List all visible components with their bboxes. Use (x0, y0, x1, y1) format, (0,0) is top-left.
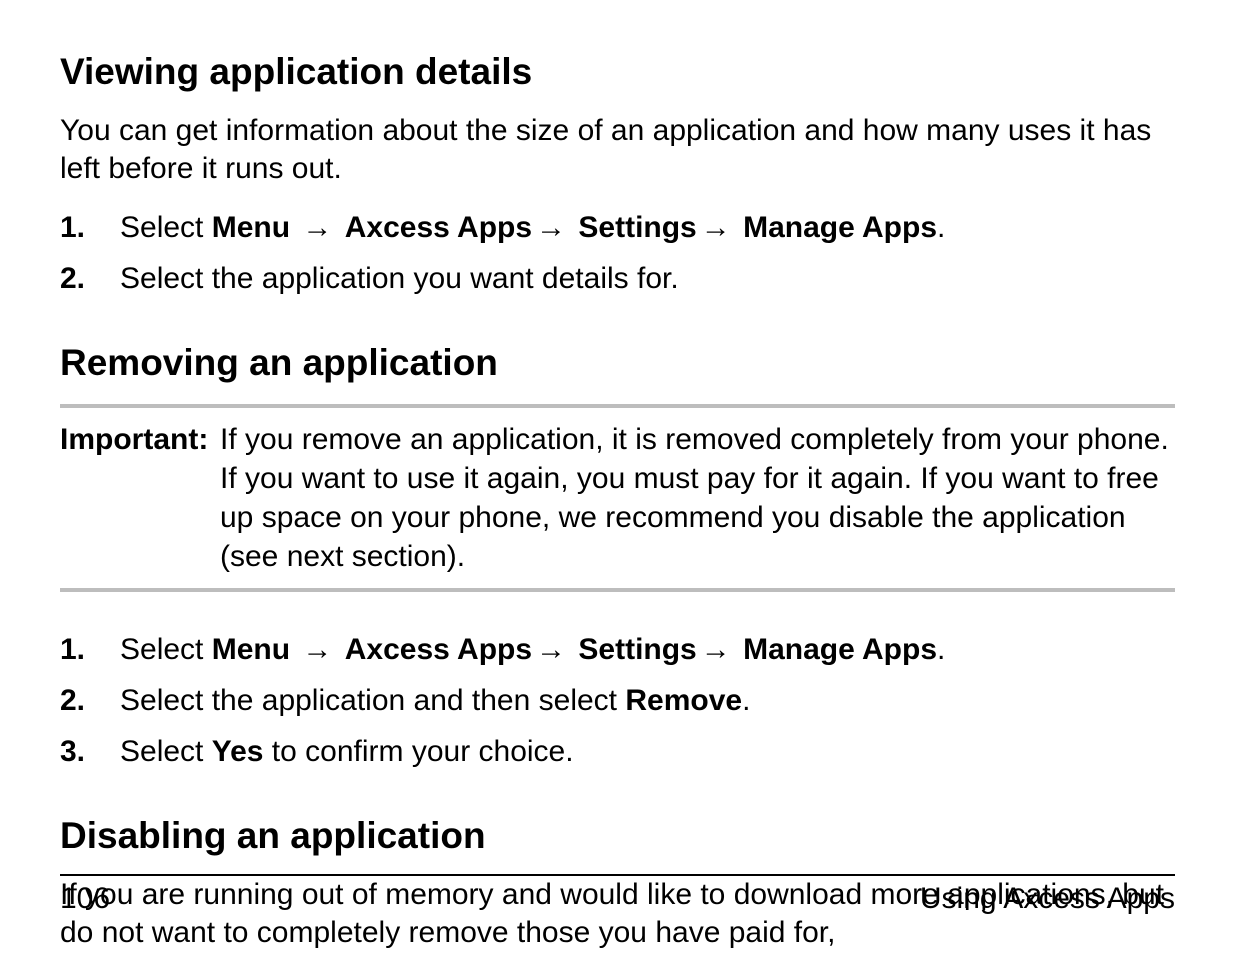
step-text-fragment: to confirm your choice. (263, 735, 573, 768)
step-text: Select Menu → Axcess Apps→ Settings→ Man… (120, 627, 1175, 672)
arrow-glyph: → (298, 205, 336, 250)
step-number: 3. (60, 729, 120, 774)
arrow-icon: → (290, 633, 345, 666)
document-page: Viewing application details You can get … (0, 0, 1235, 954)
step-number: 2. (60, 256, 120, 301)
step-item: 1. Select Menu → Axcess Apps→ Settings→ … (60, 205, 1175, 250)
step-text-fragment: Select (120, 211, 212, 244)
menu-path-item: Menu (212, 211, 290, 244)
arrow-icon: → (697, 205, 735, 250)
page-number: 106 (60, 882, 110, 916)
footer-rule (60, 874, 1175, 876)
step-text-fragment: Select the application and then select (120, 684, 625, 717)
step-text-fragment: . (937, 633, 945, 666)
menu-path-item: Settings (578, 633, 696, 666)
heading-viewing-app-details: Viewing application details (60, 50, 1175, 94)
bold-term: Yes (212, 735, 264, 768)
arrow-icon: → (290, 211, 345, 244)
step-text-fragment: . (937, 211, 945, 244)
page-footer: 106 Using Axcess Apps (60, 874, 1175, 916)
step-number: 2. (60, 678, 120, 723)
menu-path-item: Menu (212, 633, 290, 666)
step-text: Select the application you want details … (120, 256, 1175, 301)
heading-removing-app: Removing an application (60, 341, 1175, 385)
arrow-icon: → (532, 205, 570, 250)
arrow-icon: → (532, 627, 570, 672)
arrow-icon: → (697, 627, 735, 672)
step-text: Select Menu → Axcess Apps→ Settings→ Man… (120, 205, 1175, 250)
steps-viewing: 1. Select Menu → Axcess Apps→ Settings→ … (60, 205, 1175, 301)
step-number: 1. (60, 205, 120, 250)
step-number: 1. (60, 627, 120, 672)
note-label: Important: (60, 420, 220, 576)
step-text-fragment: Select (120, 633, 212, 666)
step-text: Select the application and then select R… (120, 678, 1175, 723)
step-text: Select Yes to confirm your choice. (120, 729, 1175, 774)
step-item: 1. Select Menu → Axcess Apps→ Settings→ … (60, 627, 1175, 672)
paragraph-viewing-intro: You can get information about the size o… (60, 112, 1175, 187)
step-item: 3. Select Yes to confirm your choice. (60, 729, 1175, 774)
steps-removing: 1. Select Menu → Axcess Apps→ Settings→ … (60, 627, 1175, 774)
step-text-fragment: Select (120, 735, 212, 768)
menu-path-item: Settings (578, 211, 696, 244)
important-note: Important: If you remove an application,… (60, 404, 1175, 592)
menu-path-item: Manage Apps (743, 633, 937, 666)
bold-term: Remove (625, 684, 742, 717)
note-text: If you remove an application, it is remo… (220, 420, 1175, 576)
heading-disabling-app: Disabling an application (60, 814, 1175, 858)
menu-path-item: Axcess Apps (345, 633, 532, 666)
arrow-glyph: → (298, 627, 336, 672)
step-text-fragment: . (742, 684, 750, 717)
chapter-title: Using Axcess Apps (920, 882, 1175, 916)
step-item: 2. Select the application you want detai… (60, 256, 1175, 301)
step-item: 2. Select the application and then selec… (60, 678, 1175, 723)
menu-path-item: Axcess Apps (345, 211, 532, 244)
menu-path-item: Manage Apps (743, 211, 937, 244)
